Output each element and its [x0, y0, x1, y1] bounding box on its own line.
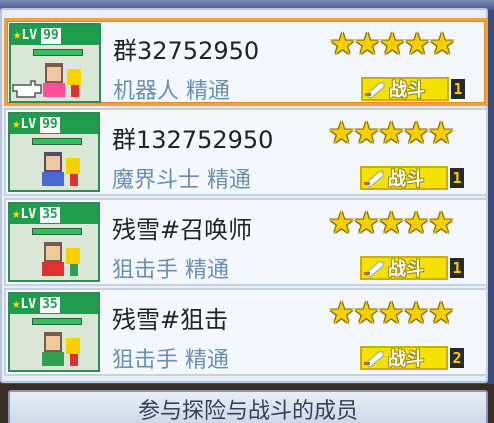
role-tag-box: 战斗 [360, 166, 448, 190]
sword-icon [365, 82, 385, 99]
hp-bar [33, 49, 83, 56]
member-name: 残雪#召唤师 [112, 216, 253, 244]
member-name: 群32752950 [113, 37, 260, 65]
role-tag-number: 1 [450, 168, 464, 188]
hp-bar-fill [33, 229, 81, 234]
hp-bar-fill [33, 139, 81, 144]
character-sprite [42, 242, 80, 276]
role-tag-box: 战斗 [361, 77, 449, 101]
rating-stars: ★★★★★ [328, 296, 454, 331]
member-job: 狙击手 精通 [112, 258, 229, 283]
member-portrait: ★LV 35 [8, 292, 100, 372]
role-tag-label: 战斗 [389, 80, 425, 101]
member-job: 魔界斗士 精通 [112, 168, 251, 193]
hp-bar-fill [33, 319, 81, 324]
role-tag-number: 1 [450, 258, 464, 278]
member-row-0[interactable]: ★LV 99 群32752950 机器人 精通 ★★★★★ 战斗 1 [4, 18, 488, 106]
role-tag-label: 战斗 [388, 349, 424, 370]
role-tag: 战斗 1 [360, 256, 464, 280]
expedition-members-button[interactable]: 参与探险与战斗的成员 [8, 390, 488, 423]
hand-pointer-icon [12, 80, 42, 98]
level-prefix: LV [20, 117, 37, 132]
member-portrait: ★LV 35 [8, 202, 100, 282]
role-tag: 战斗 1 [360, 166, 464, 190]
level-prefix: LV [20, 207, 37, 222]
level-value: 35 [40, 207, 60, 223]
member-name: 群132752950 [112, 126, 274, 154]
member-job: 狙击手 精通 [112, 348, 229, 373]
level-badge: ★LV 35 [10, 294, 98, 314]
member-portrait: ★LV 99 [9, 23, 101, 103]
member-row-3[interactable]: ★LV 35 残雪#狙击 狙击手 精通 ★★★★★ 战斗 2 [4, 288, 488, 376]
level-badge: ★LV 35 [10, 204, 98, 224]
role-tag-label: 战斗 [388, 259, 424, 280]
hp-bar [32, 228, 82, 235]
member-job: 机器人 精通 [113, 79, 230, 104]
member-portrait: ★LV 99 [8, 112, 100, 192]
member-name: 残雪#狙击 [112, 306, 229, 334]
sword-icon [364, 171, 384, 188]
role-tag-box: 战斗 [360, 346, 448, 370]
level-value: 35 [40, 297, 60, 313]
sword-icon [364, 351, 384, 368]
hp-bar [32, 318, 82, 325]
hp-bar-fill [34, 50, 82, 55]
sword-icon [364, 261, 384, 278]
hp-bar [32, 138, 82, 145]
member-row-2[interactable]: ★LV 35 残雪#召唤师 狙击手 精通 ★★★★★ 战斗 1 [4, 198, 488, 286]
level-value: 99 [40, 117, 60, 133]
level-prefix: LV [20, 297, 37, 312]
rating-stars: ★★★★★ [329, 27, 455, 62]
role-tag: 战斗 1 [361, 77, 465, 101]
level-badge: ★LV 99 [11, 25, 99, 45]
role-tag-number: 1 [451, 79, 465, 99]
member-row-1[interactable]: ★LV 99 群132752950 魔界斗士 精通 ★★★★★ 战斗 1 [4, 108, 488, 196]
party-member-panel: ★LV 99 群32752950 机器人 精通 ★★★★★ 战斗 1 ★LV 9… [0, 8, 488, 383]
rating-stars: ★★★★★ [328, 206, 454, 241]
character-sprite [42, 332, 80, 366]
role-tag-box: 战斗 [360, 256, 448, 280]
character-sprite [42, 152, 80, 186]
level-badge: ★LV 99 [10, 114, 98, 134]
level-value: 99 [41, 28, 61, 44]
role-tag-number: 2 [450, 348, 464, 368]
level-prefix: LV [21, 28, 38, 43]
role-tag-label: 战斗 [388, 169, 424, 190]
role-tag: 战斗 2 [360, 346, 464, 370]
rating-stars: ★★★★★ [328, 116, 454, 151]
